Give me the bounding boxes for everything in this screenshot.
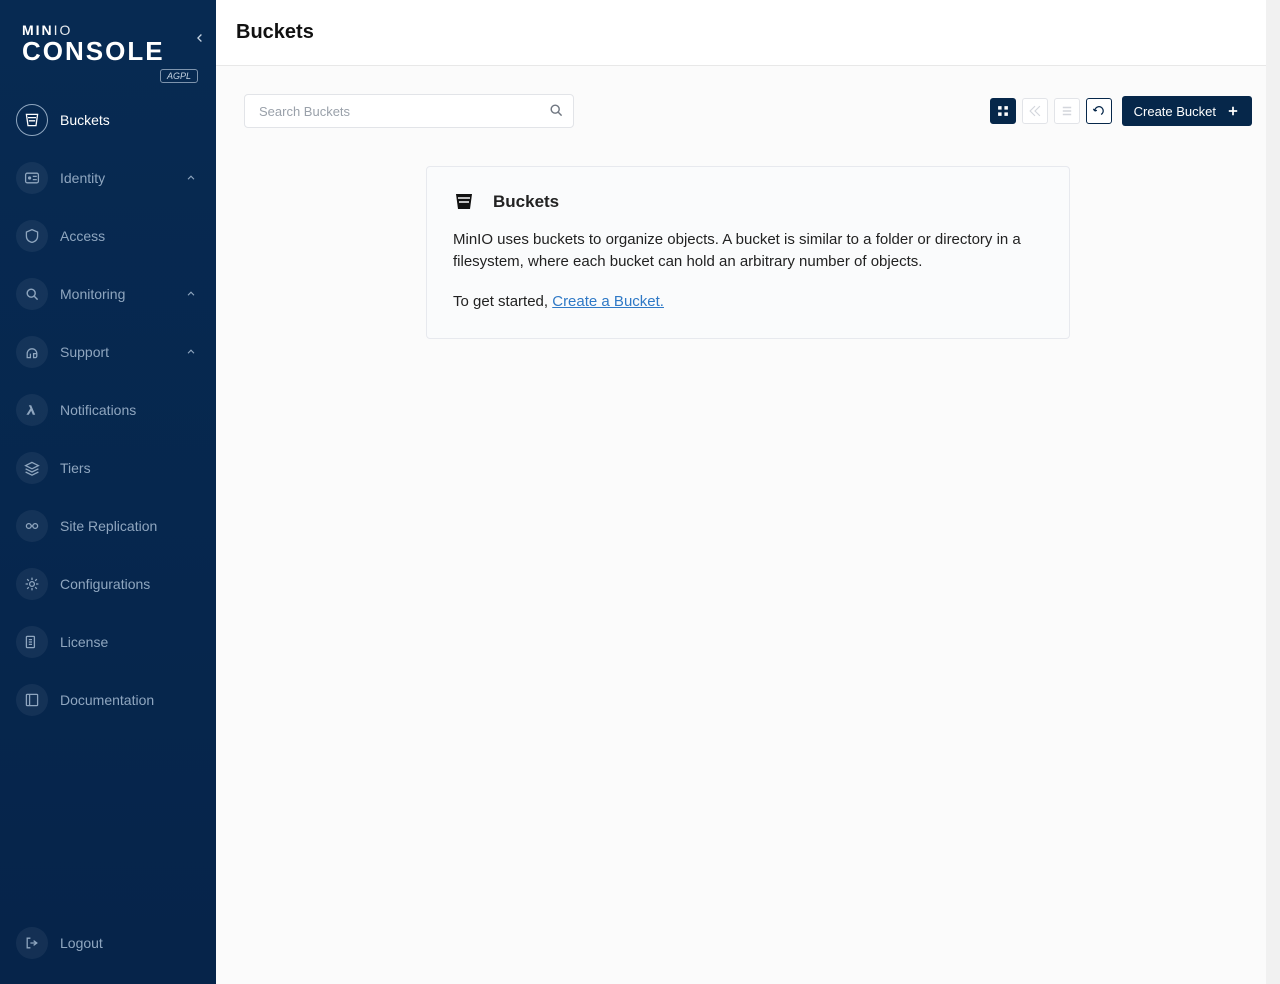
- view-list-button: [1054, 98, 1080, 124]
- toolbar: Create Bucket: [216, 66, 1280, 128]
- create-bucket-link[interactable]: Create a Bucket.: [552, 293, 664, 310]
- search-input[interactable]: [244, 94, 574, 128]
- scrollbar[interactable]: [1266, 0, 1280, 984]
- empty-state-cta: To get started, Create a Bucket.: [453, 291, 1043, 313]
- empty-state-card: Buckets MinIO uses buckets to organize o…: [426, 166, 1070, 339]
- logo: MINIO CONSOLE AGPL: [0, 0, 216, 93]
- grid-icon: [996, 104, 1010, 118]
- sidebar-item-label: Buckets: [60, 112, 198, 128]
- refresh-icon: [1092, 104, 1106, 118]
- page-title: Buckets: [236, 21, 314, 44]
- view-button-group: [990, 98, 1112, 124]
- search-wrap: [244, 94, 574, 128]
- sidebar-item-notifications[interactable]: Notifications: [10, 389, 206, 431]
- chevron-up-icon: [184, 171, 198, 185]
- shield-icon: [16, 220, 48, 252]
- sidebar-item-config[interactable]: Configurations: [10, 563, 206, 605]
- book-icon: [16, 684, 48, 716]
- bucket-icon: [16, 104, 48, 136]
- content: Buckets MinIO uses buckets to organize o…: [216, 128, 1280, 339]
- main: Buckets Create Bucket Buckets MinIO uses…: [216, 0, 1280, 984]
- empty-state-title: Buckets: [493, 192, 559, 212]
- view-grid-button[interactable]: [990, 98, 1016, 124]
- sidebar-item-label: Configurations: [60, 576, 198, 592]
- layers-icon: [16, 452, 48, 484]
- chevron-up-icon: [184, 287, 198, 301]
- sidebar-item-label: Site Replication: [60, 518, 198, 534]
- sidebar-item-logout[interactable]: Logout: [10, 922, 206, 964]
- rewind-icon: [1028, 104, 1042, 118]
- sidebar-item-label: Monitoring: [60, 286, 184, 302]
- logout-icon: [16, 927, 48, 959]
- certificate-icon: [16, 626, 48, 658]
- sidebar-item-tiers[interactable]: Tiers: [10, 447, 206, 489]
- lambda-icon: [16, 394, 48, 426]
- id-card-icon: [16, 162, 48, 194]
- sidebar-item-docs[interactable]: Documentation: [10, 679, 206, 721]
- create-bucket-label: Create Bucket: [1134, 104, 1216, 119]
- gear-icon: [16, 568, 48, 600]
- sidebar-item-label: Logout: [60, 935, 198, 951]
- chevron-left-icon: [193, 31, 207, 45]
- view-refresh-button[interactable]: [1086, 98, 1112, 124]
- replication-icon: [16, 510, 48, 542]
- sidebar-item-support[interactable]: Support: [10, 331, 206, 373]
- sidebar-item-license[interactable]: License: [10, 621, 206, 663]
- sidebar-item-identity[interactable]: Identity: [10, 157, 206, 199]
- create-bucket-button[interactable]: Create Bucket: [1122, 96, 1252, 126]
- list-icon: [1060, 104, 1074, 118]
- license-badge: AGPL: [160, 69, 198, 83]
- sidebar-item-label: License: [60, 634, 198, 650]
- sidebar-collapse-button[interactable]: [190, 28, 210, 48]
- search-icon: [548, 102, 564, 118]
- view-rewind-button: [1022, 98, 1048, 124]
- sidebar-item-label: Notifications: [60, 402, 198, 418]
- sidebar-item-label: Identity: [60, 170, 184, 186]
- sidebar-item-label: Access: [60, 228, 198, 244]
- empty-state-description: MinIO uses buckets to organize objects. …: [453, 229, 1043, 273]
- plus-icon: [1226, 104, 1240, 118]
- sidebar-item-site-rep[interactable]: Site Replication: [10, 505, 206, 547]
- sidebar-item-label: Documentation: [60, 692, 198, 708]
- logo-product: CONSOLE: [22, 36, 198, 67]
- magnifier-icon: [16, 278, 48, 310]
- sidebar: MINIO CONSOLE AGPL Buckets Identity Access…: [0, 0, 216, 984]
- sidebar-item-label: Tiers: [60, 460, 198, 476]
- chevron-up-icon: [184, 345, 198, 359]
- topbar: Buckets: [216, 0, 1280, 66]
- sidebar-item-monitoring[interactable]: Monitoring: [10, 273, 206, 315]
- sidebar-nav: Buckets Identity Access Monitoring Support No…: [0, 93, 216, 922]
- headset-icon: [16, 336, 48, 368]
- sidebar-item-access[interactable]: Access: [10, 215, 206, 257]
- bucket-icon: [453, 191, 475, 213]
- sidebar-item-buckets[interactable]: Buckets: [10, 99, 206, 141]
- sidebar-item-label: Support: [60, 344, 184, 360]
